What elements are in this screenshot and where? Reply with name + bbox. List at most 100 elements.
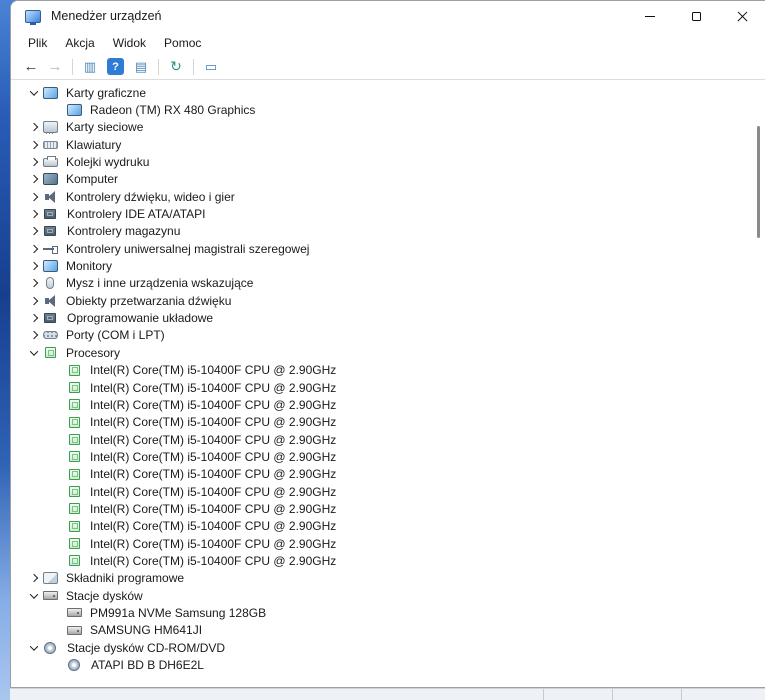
tree-item-label: Intel(R) Core(TM) i5-10400F CPU @ 2.90GH… xyxy=(90,553,337,568)
tree-row[interactable]: ATAPI BD B DH6E2L xyxy=(11,656,765,673)
tree-row[interactable]: Kontrolery magazynu xyxy=(11,223,765,240)
expander-chevron[interactable] xyxy=(25,153,43,170)
tree-row[interactable]: Składniki programowe xyxy=(11,570,765,587)
expander-chevron xyxy=(49,379,67,396)
display-adapter-icon xyxy=(67,104,82,117)
expander-chevron[interactable] xyxy=(25,240,43,257)
expander-chevron xyxy=(49,656,67,673)
help-button[interactable]: ? xyxy=(107,58,124,75)
back-button[interactable]: ← xyxy=(19,56,43,78)
ide-controller-icon xyxy=(44,209,56,220)
tree-row[interactable]: Porty (COM i LPT) xyxy=(11,327,765,344)
tree-row[interactable]: Kontrolery uniwersalnej magistrali szere… xyxy=(11,240,765,257)
processor-icon xyxy=(69,451,80,463)
tree-row[interactable]: Intel(R) Core(TM) i5-10400F CPU @ 2.90GH… xyxy=(11,552,765,569)
expander-chevron xyxy=(49,604,67,621)
monitor-icon xyxy=(43,260,58,273)
tree-row[interactable]: Kolejki wydruku xyxy=(11,153,765,170)
expander-chevron xyxy=(49,552,67,569)
tree-row[interactable]: Stacje dysków CD-ROM/DVD xyxy=(11,639,765,656)
tree-row[interactable]: Radeon (TM) RX 480 Graphics xyxy=(11,101,765,118)
tree-row[interactable]: Intel(R) Core(TM) i5-10400F CPU @ 2.90GH… xyxy=(11,500,765,517)
firmware-icon xyxy=(44,313,56,324)
caption-buttons xyxy=(627,1,765,31)
titlebar: Menedżer urządzeń xyxy=(11,1,765,31)
tree-row[interactable]: Kontrolery IDE ATA/ATAPI xyxy=(11,205,765,222)
menu-item-pomoc[interactable]: Pomoc xyxy=(155,34,210,52)
minimize-button[interactable] xyxy=(627,1,673,31)
tree-row[interactable]: Intel(R) Core(TM) i5-10400F CPU @ 2.90GH… xyxy=(11,362,765,379)
processor-icon xyxy=(69,416,80,428)
expander-chevron[interactable] xyxy=(25,344,43,361)
tree-row[interactable]: SAMSUNG HM641JI xyxy=(11,622,765,639)
toolbar-separator xyxy=(158,58,159,75)
expander-chevron[interactable] xyxy=(25,205,43,222)
expander-chevron[interactable] xyxy=(25,639,43,656)
tree-row[interactable]: Karty sieciowe xyxy=(11,119,765,136)
expander-chevron[interactable] xyxy=(25,171,43,188)
storage-controller-icon xyxy=(44,226,56,237)
tree-item-label: Stacje dysków xyxy=(66,588,143,603)
expander-chevron[interactable] xyxy=(25,188,43,205)
device-tree: Karty graficzne Radeon (TM) RX 480 Graph… xyxy=(11,80,765,687)
expander-chevron[interactable] xyxy=(25,587,43,604)
device-manager-window: Menedżer urządzeń Plik Akcja Widok Pomoc… xyxy=(10,0,765,688)
tree-row[interactable]: Intel(R) Core(TM) i5-10400F CPU @ 2.90GH… xyxy=(11,431,765,448)
expander-chevron[interactable] xyxy=(25,327,43,344)
tree-row[interactable]: Oprogramowanie układowe xyxy=(11,309,765,326)
maximize-icon xyxy=(691,11,701,21)
maximize-button[interactable] xyxy=(673,1,719,31)
disk-drive-icon xyxy=(67,608,82,618)
tree-row[interactable]: Karty graficzne xyxy=(11,84,765,101)
menu-item-widok[interactable]: Widok xyxy=(104,34,155,52)
toolbar-separator xyxy=(193,58,194,75)
tree-row[interactable]: Intel(R) Core(TM) i5-10400F CPU @ 2.90GH… xyxy=(11,518,765,535)
menu-item-plik[interactable]: Plik xyxy=(19,34,56,52)
expander-chevron[interactable] xyxy=(25,223,43,240)
scan-hardware-button[interactable]: ▭ xyxy=(199,56,223,78)
software-component-icon xyxy=(43,572,58,585)
tree-item-label: Kontrolery magazynu xyxy=(67,224,181,239)
tree-row[interactable]: Intel(R) Core(TM) i5-10400F CPU @ 2.90GH… xyxy=(11,535,765,552)
expander-chevron[interactable] xyxy=(25,292,43,309)
tree-row[interactable]: PM991a NVMe Samsung 128GB xyxy=(11,604,765,621)
tree-row[interactable]: Obiekty przetwarzania dźwięku xyxy=(11,292,765,309)
tree-row[interactable]: Klawiatury xyxy=(11,136,765,153)
tree-row[interactable]: Intel(R) Core(TM) i5-10400F CPU @ 2.90GH… xyxy=(11,448,765,465)
tree-item-label: Intel(R) Core(TM) i5-10400F CPU @ 2.90GH… xyxy=(90,536,337,551)
tree-row[interactable]: Monitory xyxy=(11,257,765,274)
vertical-scrollbar-thumb[interactable] xyxy=(757,126,760,238)
tree-item-label: Intel(R) Core(TM) i5-10400F CPU @ 2.90GH… xyxy=(90,397,337,412)
processor-icon xyxy=(45,347,56,359)
expander-chevron[interactable] xyxy=(25,84,43,101)
expander-chevron[interactable] xyxy=(25,570,43,587)
print-queue-icon xyxy=(43,155,58,167)
tree-row[interactable]: Stacje dysków xyxy=(11,587,765,604)
tree-row[interactable]: Intel(R) Core(TM) i5-10400F CPU @ 2.90GH… xyxy=(11,466,765,483)
expander-chevron[interactable] xyxy=(25,275,43,292)
menu-item-akcja[interactable]: Akcja xyxy=(56,34,103,52)
expander-chevron[interactable] xyxy=(25,257,43,274)
expander-chevron xyxy=(49,414,67,431)
tree-row[interactable]: Intel(R) Core(TM) i5-10400F CPU @ 2.90GH… xyxy=(11,396,765,413)
expander-chevron xyxy=(49,483,67,500)
expander-chevron[interactable] xyxy=(25,309,43,326)
forward-button[interactable]: → xyxy=(43,56,67,78)
tree-item-label: Intel(R) Core(TM) i5-10400F CPU @ 2.90GH… xyxy=(90,519,337,534)
expander-chevron[interactable] xyxy=(25,136,43,153)
tree-row[interactable]: Kontrolery dźwięku, wideo i gier xyxy=(11,188,765,205)
tree-row[interactable]: Procesory xyxy=(11,344,765,361)
properties-button[interactable]: ▤ xyxy=(129,56,153,78)
expander-chevron[interactable] xyxy=(25,119,43,136)
tree-item-label: PM991a NVMe Samsung 128GB xyxy=(90,605,267,620)
tree-row[interactable]: Intel(R) Core(TM) i5-10400F CPU @ 2.90GH… xyxy=(11,414,765,431)
tree-row[interactable]: Intel(R) Core(TM) i5-10400F CPU @ 2.90GH… xyxy=(11,483,765,500)
tree-row[interactable]: Komputer xyxy=(11,171,765,188)
tree-row[interactable]: Intel(R) Core(TM) i5-10400F CPU @ 2.90GH… xyxy=(11,379,765,396)
console-tree-button[interactable]: ▥ xyxy=(78,56,102,78)
processor-icon xyxy=(69,555,80,567)
tree-row[interactable]: Mysz i inne urządzenia wskazujące xyxy=(11,275,765,292)
taskbar[interactable] xyxy=(10,688,765,700)
close-button[interactable] xyxy=(719,1,765,31)
refresh-button[interactable]: ↻ xyxy=(164,56,188,78)
